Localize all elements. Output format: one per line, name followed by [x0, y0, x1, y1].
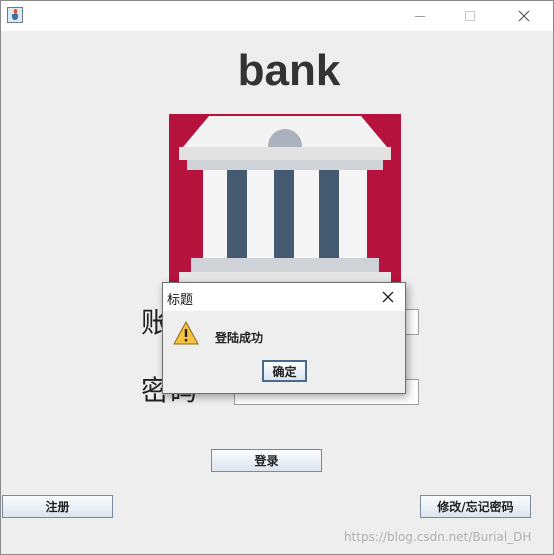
- app-icon-cup: [12, 14, 18, 20]
- dialog-title: 标题: [167, 293, 194, 308]
- warning-icon: [173, 320, 199, 349]
- login-button[interactable]: 登录: [211, 449, 322, 472]
- minimize-button[interactable]: [397, 1, 443, 31]
- close-button[interactable]: [501, 1, 547, 31]
- title-bar[interactable]: [1, 1, 553, 31]
- java-cup-icon: [7, 7, 23, 23]
- register-button[interactable]: 注册: [2, 495, 113, 518]
- dialog-message: 登陆成功: [215, 331, 264, 345]
- ok-button[interactable]: 确定: [262, 360, 307, 382]
- close-icon: [518, 10, 530, 22]
- maximize-icon: [465, 11, 475, 21]
- minimize-icon: [415, 15, 425, 17]
- message-dialog: 标题 登陆成功 确定: [162, 282, 406, 394]
- bank-logo: [169, 114, 401, 284]
- page-title: bank: [237, 46, 341, 95]
- maximize-button[interactable]: [447, 1, 493, 31]
- reset-password-button[interactable]: 修改/忘记密码: [420, 495, 531, 518]
- close-icon: [382, 291, 394, 303]
- bank-building-icon: [179, 116, 391, 284]
- dialog-close-button[interactable]: [371, 283, 405, 311]
- main-window: bank 账户 密码 登录 注册 修改/忘记密码 https://blog.cs…: [0, 0, 554, 555]
- watermark: https://blog.csdn.net/Burial_DH: [344, 530, 532, 544]
- dialog-title-bar[interactable]: 标题: [163, 283, 405, 311]
